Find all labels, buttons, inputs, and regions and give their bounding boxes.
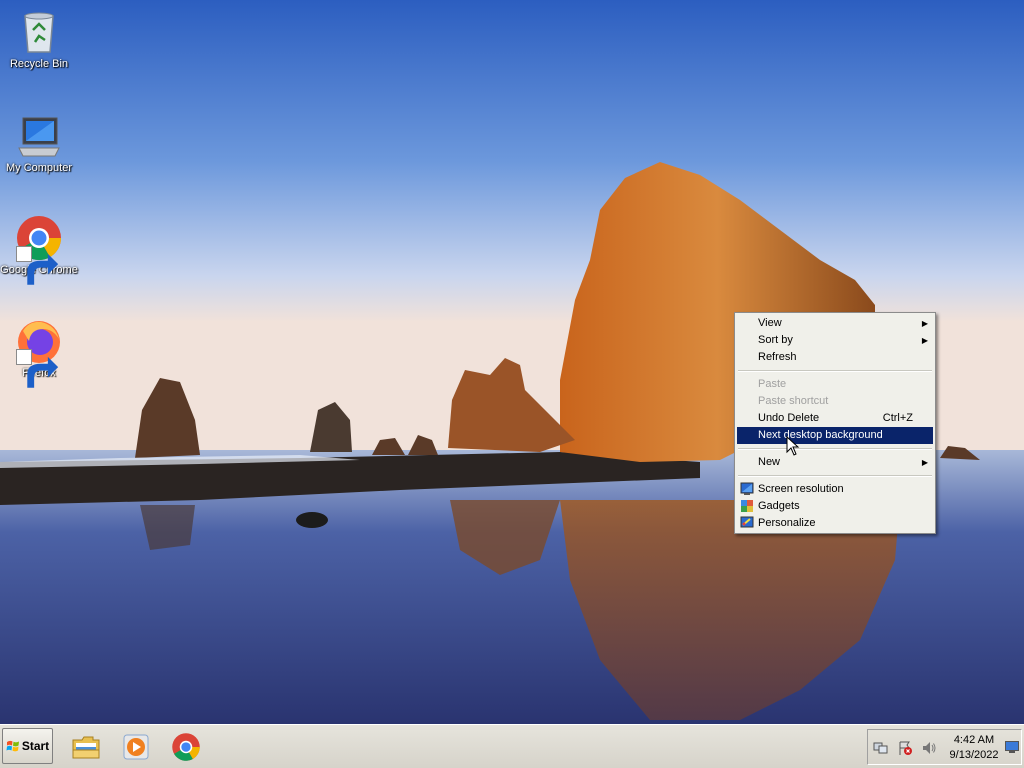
action-center-flag-icon[interactable]	[897, 740, 913, 756]
menu-item-label: New	[758, 456, 781, 468]
menu-item-label: View	[758, 317, 782, 329]
menu-item-view[interactable]: View ▶	[737, 315, 933, 332]
show-desktop-icon[interactable]	[1005, 741, 1019, 753]
chrome-icon	[15, 214, 63, 285]
gadgets-icon	[741, 500, 753, 512]
menu-item-label: Personalize	[758, 517, 816, 529]
personalize-icon	[740, 516, 754, 528]
menu-item-label: Next desktop background	[758, 429, 883, 441]
menu-item-screen-resolution[interactable]: Screen resolution	[737, 481, 933, 498]
taskbar: Start 4:42 AM 9/13/2022	[0, 724, 1024, 768]
submenu-arrow-icon: ▶	[921, 336, 928, 345]
menu-item-sort-by[interactable]: Sort by ▶	[737, 332, 933, 349]
shortcut-arrow-icon	[16, 246, 59, 285]
desktop-icon-my-computer[interactable]: My Computer	[0, 112, 78, 174]
computer-icon	[15, 112, 63, 160]
menu-item-label: Gadgets	[758, 500, 800, 512]
desktop-context-menu: View ▶ Sort by ▶ Refresh Paste Paste sho…	[734, 312, 936, 534]
menu-item-label: Paste	[758, 378, 787, 390]
menu-item-label: Undo Delete	[758, 412, 820, 424]
menu-item-new[interactable]: New ▶	[737, 454, 933, 471]
windows-logo-icon	[6, 740, 19, 752]
recycle-bin-icon	[15, 8, 63, 56]
desktop-icon-recycle-bin[interactable]: Recycle Bin	[0, 8, 78, 70]
menu-item-shortcut: Ctrl+Z	[882, 412, 913, 424]
menu-item-undo-delete[interactable]: Undo Delete Ctrl+Z	[737, 410, 933, 427]
start-button[interactable]: Start	[2, 728, 53, 764]
menu-item-paste-shortcut: Paste shortcut	[737, 393, 933, 410]
clock-time: 4:42 AM	[953, 734, 995, 746]
screen-resolution-icon	[740, 482, 754, 495]
media-player-icon	[123, 734, 149, 760]
network-icon[interactable]	[873, 740, 889, 756]
shortcut-arrow-icon	[16, 349, 59, 388]
clock[interactable]: 4:42 AM 9/13/2022	[946, 733, 1002, 763]
start-label: Start	[21, 739, 50, 753]
firefox-icon	[15, 317, 63, 388]
taskbar-pin-explorer[interactable]	[71, 732, 101, 762]
menu-separator	[738, 448, 932, 450]
submenu-arrow-icon: ▶	[921, 458, 928, 467]
mouse-cursor-icon	[786, 436, 800, 456]
submenu-arrow-icon: ▶	[921, 319, 928, 328]
menu-item-label: Paste shortcut	[758, 395, 829, 407]
chrome-icon	[172, 733, 200, 761]
menu-separator	[738, 475, 932, 477]
menu-item-label: Refresh	[758, 351, 797, 363]
desktop-icon-label: Recycle Bin	[9, 58, 69, 70]
desktop-icon-label: My Computer	[5, 162, 73, 174]
folder-icon	[72, 736, 100, 759]
menu-item-refresh[interactable]: Refresh	[737, 349, 933, 366]
menu-separator	[738, 370, 932, 372]
menu-item-label: Sort by	[758, 334, 793, 346]
desktop-icon-google-chrome[interactable]: Google Chrome	[0, 214, 78, 285]
menu-item-label: Screen resolution	[758, 483, 844, 495]
menu-item-paste: Paste	[737, 376, 933, 393]
menu-item-gadgets[interactable]: Gadgets	[737, 498, 933, 515]
taskbar-pin-media-player[interactable]	[121, 732, 151, 762]
menu-item-next-desktop-background[interactable]: Next desktop background	[737, 427, 933, 444]
taskbar-pin-chrome[interactable]	[171, 732, 201, 762]
system-tray: 4:42 AM 9/13/2022	[867, 729, 1022, 765]
menu-item-personalize[interactable]: Personalize	[737, 515, 933, 532]
desktop-icon-firefox[interactable]: Firefox	[0, 317, 78, 388]
clock-date: 9/13/2022	[949, 749, 999, 761]
volume-icon[interactable]	[921, 740, 937, 756]
